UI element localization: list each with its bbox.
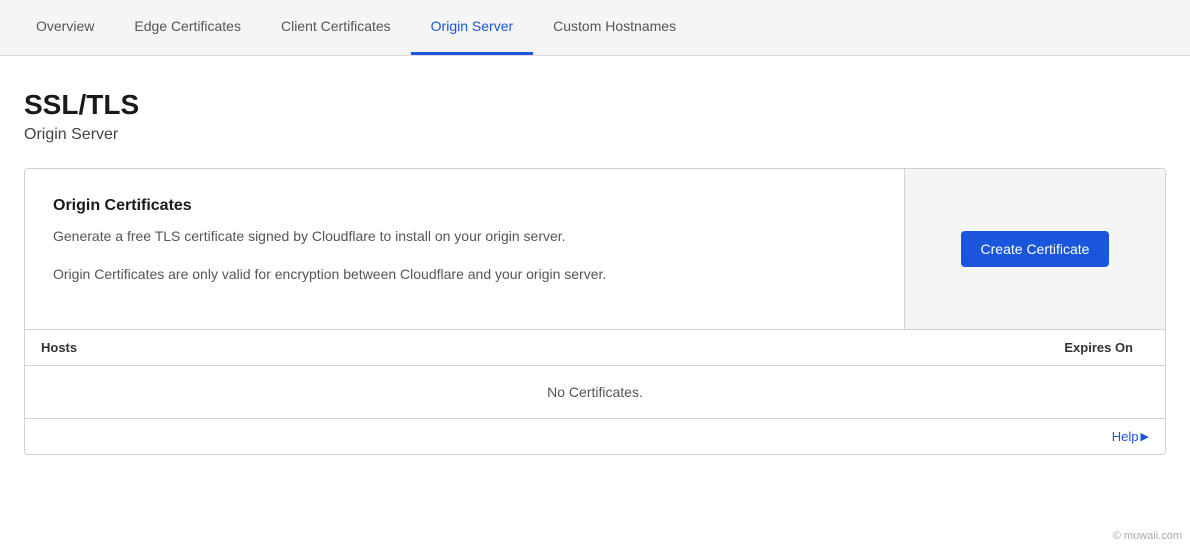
card-info-text1: Generate a free TLS certificate signed b… xyxy=(53,225,876,247)
card-info: Origin Certificates Generate a free TLS … xyxy=(25,169,905,330)
table-body: No Certificates. xyxy=(25,365,1165,419)
card-info-title: Origin Certificates xyxy=(53,197,876,215)
help-link[interactable]: Help ▶ xyxy=(1112,429,1149,444)
help-label: Help xyxy=(1112,429,1139,444)
card-top: Origin Certificates Generate a free TLS … xyxy=(25,169,1165,330)
table-header-hosts: Hosts xyxy=(41,340,949,355)
main-content: SSL/TLS Origin Server Origin Certificate… xyxy=(0,56,1190,479)
card-info-text2: Origin Certificates are only valid for e… xyxy=(53,263,876,285)
page-subtitle: Origin Server xyxy=(24,126,1166,144)
create-certificate-button[interactable]: Create Certificate xyxy=(961,231,1110,267)
card-action: Create Certificate xyxy=(905,169,1165,330)
watermark: © muwaii.com xyxy=(1113,530,1182,542)
origin-certificates-card: Origin Certificates Generate a free TLS … xyxy=(24,168,1166,456)
tab-custom-hostnames[interactable]: Custom Hostnames xyxy=(533,0,696,55)
page-title: SSL/TLS xyxy=(24,88,1166,122)
table-header-expires: Expires On xyxy=(949,340,1149,355)
tab-edge-certificates[interactable]: Edge Certificates xyxy=(114,0,261,55)
table-empty-row: No Certificates. xyxy=(25,366,1165,419)
table-footer: Help ▶ xyxy=(25,419,1165,454)
nav-tabs: Overview Edge Certificates Client Certif… xyxy=(0,0,1190,56)
table-header: Hosts Expires On xyxy=(25,329,1165,365)
tab-overview[interactable]: Overview xyxy=(16,0,114,55)
help-arrow-icon: ▶ xyxy=(1141,430,1149,443)
tab-origin-server[interactable]: Origin Server xyxy=(411,0,533,55)
tab-client-certificates[interactable]: Client Certificates xyxy=(261,0,411,55)
